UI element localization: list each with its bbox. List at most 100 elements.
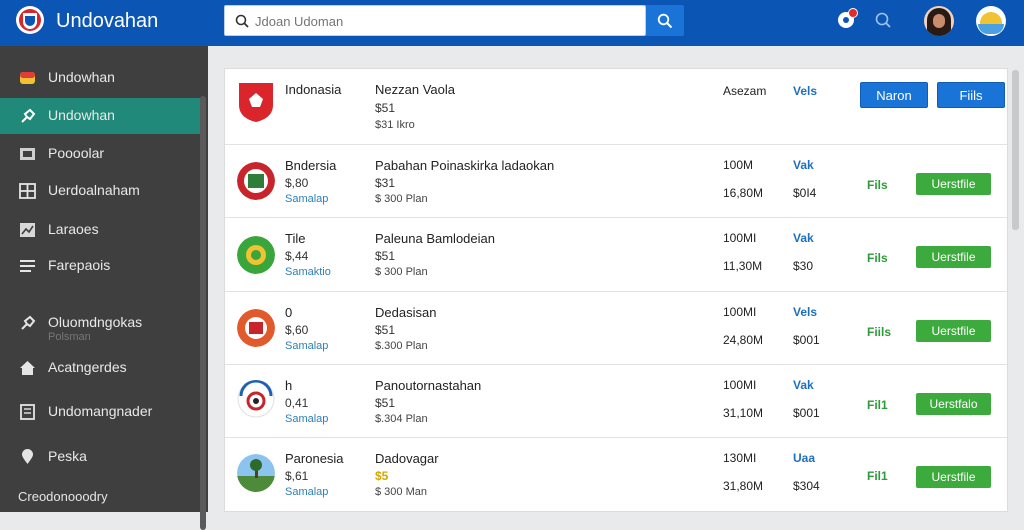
search-icon[interactable]: [872, 9, 894, 31]
row-qty: 100M: [723, 158, 754, 172]
row-action-button[interactable]: Uerstfile: [916, 246, 991, 268]
flag-icon: [237, 162, 275, 200]
sidebar-footer: Creodonooodry: [18, 489, 108, 504]
sidebar-item-label: Laraoes: [48, 221, 99, 237]
row-amount: $30: [793, 259, 814, 273]
search-icon: [235, 14, 249, 28]
landscape-icon: [237, 454, 275, 492]
row-price-detail: $.304 Plan: [375, 413, 428, 425]
sidebar-item-undowhan-active[interactable]: Undowhan: [0, 98, 200, 134]
row-sub-value: $,61: [285, 469, 309, 483]
row-amount: $0I4: [793, 186, 817, 200]
row-status: Uaa: [793, 451, 816, 465]
profile-avatar[interactable]: [976, 6, 1006, 36]
row-price-detail: $ 300 Plan: [375, 193, 428, 205]
sidebar: Undowhan Undowhan Poooolar Uerdoalnaham …: [0, 46, 208, 530]
row-qty-total: 16,80M: [723, 186, 764, 200]
row-qty: 100MI: [723, 305, 757, 319]
sidebar-item-acatngerdes[interactable]: Acatngerdes: [0, 350, 200, 386]
row-item: Dadovagar: [375, 451, 439, 466]
row-name: Indonasia: [285, 82, 342, 97]
sidebar-item-label: Farepaois: [48, 257, 111, 273]
row-price-detail: $ 300 Man: [375, 486, 427, 498]
row-action-button[interactable]: Uerstfalo: [916, 393, 991, 415]
sidebar-item-label: Poooolar: [48, 145, 105, 161]
row-item: Nezzan Vaola: [375, 82, 455, 97]
row-action-button[interactable]: Uerstfile: [916, 173, 991, 195]
sidebar-item-farepaois[interactable]: Farepaois: [0, 248, 200, 284]
row-qty: 100MI: [723, 231, 757, 245]
row-item: Panoutornastahan: [375, 378, 482, 393]
content-scrollbar[interactable]: [1012, 70, 1019, 230]
row-qty: Asezam: [723, 84, 767, 98]
row-tag: Fil1: [867, 469, 888, 483]
row-price: $51: [375, 323, 396, 337]
sidebar-item-undomangnader[interactable]: Undomangnader: [0, 394, 200, 430]
app-logo[interactable]: [16, 6, 44, 34]
row-price: $51: [375, 396, 396, 410]
row-status: Vels: [793, 305, 818, 319]
home-icon: [20, 361, 35, 375]
row-primary-button[interactable]: Naron: [860, 82, 928, 108]
sidebar-item-oluomdngokas[interactable]: Oluomdngokas: [0, 305, 200, 341]
row-status: Vak: [793, 231, 814, 245]
search-input[interactable]: [255, 11, 635, 31]
notification-badge: [848, 8, 858, 18]
sidebar-item-peska[interactable]: Peska: [0, 439, 200, 475]
row-tag: Fiils: [867, 325, 892, 339]
flag-icon: [237, 309, 275, 347]
row-qty-total: 31,10M: [723, 406, 764, 420]
sidebar-item-poooolar[interactable]: Poooolar: [0, 136, 200, 172]
row-price: $51: [375, 101, 396, 115]
user-avatar[interactable]: [924, 6, 954, 36]
row-name: 0: [285, 305, 293, 320]
row-price-detail: $31 Ikro: [375, 119, 415, 131]
sidebar-item-laraoes[interactable]: Laraoes: [0, 212, 200, 248]
location-icon: [22, 449, 33, 464]
sidebar-scrollbar[interactable]: [200, 96, 206, 530]
row-sub-value: 0,41: [285, 396, 309, 410]
top-bar: Undovahan: [0, 0, 1024, 46]
sidebar-item-label: Undowhan: [48, 107, 115, 123]
list-item: 0 $,60 Samalap Dedasisan $51 $.300 Plan …: [225, 292, 1007, 365]
sidebar-item-uerdoalnaham[interactable]: Uerdoalnaham: [0, 173, 200, 209]
row-sub-label: Samalap: [285, 413, 329, 425]
row-name: h: [285, 378, 293, 393]
sidebar-item-label: Peska: [48, 448, 87, 464]
list-item: Paronesia $,61 Samalap Dadovagar $5 $ 30…: [225, 438, 1007, 511]
app-title: Undovahan: [56, 10, 159, 32]
row-price: $5: [375, 469, 389, 483]
row-qty: 130MI: [723, 451, 757, 465]
row-sub-label: Samalap: [285, 193, 329, 205]
row-price: $31: [375, 176, 396, 190]
row-amount: $304: [793, 479, 820, 493]
list-item: h 0,41 Samalap Panoutornastahan $51 $.30…: [225, 365, 1007, 438]
pin-icon: [21, 315, 36, 330]
sidebar-item-undowhan[interactable]: Undowhan: [0, 60, 200, 96]
search-button[interactable]: [646, 5, 684, 36]
row-price: $51: [375, 249, 396, 263]
list-icon: [20, 260, 35, 272]
row-item: Dedasisan: [375, 305, 437, 320]
row-secondary-button[interactable]: Fiils: [937, 82, 1005, 108]
row-action-button[interactable]: Uerstfile: [916, 466, 991, 488]
row-action-button[interactable]: Uerstfile: [916, 320, 991, 342]
emblem-icon: [239, 83, 273, 122]
row-item: Paleuna Bamlodeian: [375, 231, 495, 246]
row-qty-total: 31,80M: [723, 479, 764, 493]
row-name: Bndersia: [285, 158, 337, 173]
row-tag: Fils: [867, 178, 888, 192]
search-box[interactable]: [224, 5, 646, 36]
search-icon: [657, 13, 673, 29]
row-name: Tile: [285, 231, 306, 246]
pin-icon: [21, 108, 36, 123]
doc-icon: [20, 404, 35, 420]
row-name: Paronesia: [285, 451, 344, 466]
row-sub-value: $,80: [285, 176, 309, 190]
flag-icon: [237, 236, 275, 274]
row-amount: $001: [793, 333, 820, 347]
row-sub-label: Samalap: [285, 340, 329, 352]
row-price-detail: $.300 Plan: [375, 340, 428, 352]
sidebar-item-label: Undowhan: [48, 69, 115, 85]
flag-icon: [237, 380, 275, 418]
